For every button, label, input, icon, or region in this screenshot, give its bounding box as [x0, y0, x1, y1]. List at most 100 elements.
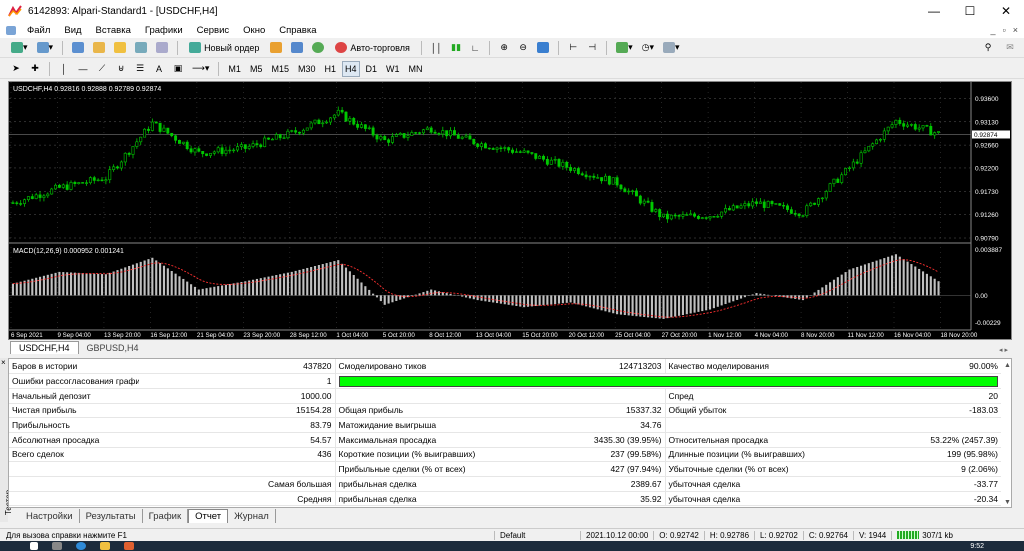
tester-icon[interactable]	[153, 40, 171, 56]
taskbar-app-browser-icon[interactable]	[76, 542, 86, 550]
maximize-icon[interactable]: ☐	[952, 4, 988, 18]
candle-body	[456, 134, 460, 139]
tabs-scroll-icon[interactable]: ◂ ▸	[999, 346, 1012, 354]
candle-body	[305, 127, 309, 131]
tab-report[interactable]: Отчет	[188, 509, 229, 523]
candle-body	[576, 168, 580, 174]
text-icon[interactable]: A	[151, 61, 167, 77]
mdi-minimize-icon[interactable]: _	[991, 25, 996, 35]
menu-view[interactable]: Вид	[57, 25, 88, 36]
terminal-icon[interactable]	[132, 40, 150, 56]
candle-body	[631, 190, 635, 192]
candle-body	[46, 193, 50, 197]
new-order-button[interactable]: Новый ордер	[184, 40, 264, 56]
auto-trading-button[interactable]: Авто-торговля	[330, 40, 414, 56]
cursor-icon[interactable]: ➤	[8, 61, 24, 77]
mdi-restore-icon[interactable]: ▫	[1003, 25, 1006, 35]
signals-icon[interactable]	[309, 40, 327, 56]
status-volume: V: 1944	[852, 530, 891, 540]
channel-icon[interactable]: ⊎	[113, 61, 129, 77]
timeframe-m1[interactable]: M1	[225, 61, 244, 77]
report-cell: Прибыльные сделки (% от всех)	[334, 461, 495, 477]
candle-body	[801, 215, 805, 217]
taskbar-app-mt4-icon[interactable]	[124, 542, 134, 550]
report-cell: Смоделировано тиков	[334, 359, 495, 375]
market-watch-icon[interactable]	[69, 40, 87, 56]
vertical-line-icon[interactable]: │	[56, 61, 72, 77]
candle-body	[704, 217, 708, 219]
menu-insert[interactable]: Вставка	[89, 25, 138, 36]
candle-body	[154, 121, 158, 124]
search-icon[interactable]: ⚲	[980, 40, 996, 56]
tab-results[interactable]: Результаты	[80, 509, 143, 523]
candle-body	[549, 159, 553, 165]
timeframe-mn[interactable]: MN	[406, 61, 426, 77]
candle-body	[437, 133, 441, 135]
tab-graph[interactable]: График	[143, 509, 189, 523]
close-icon[interactable]: ✕	[988, 4, 1024, 18]
timeframe-m5[interactable]: M5	[247, 61, 266, 77]
menu-window[interactable]: Окно	[236, 25, 272, 36]
meta-editor-icon[interactable]	[267, 40, 285, 56]
price-chart[interactable]: 0.93600 0.93130 0.92660 0.92200 0.91730 0.912…	[9, 82, 1011, 339]
mdi-close-icon[interactable]: ×	[1013, 25, 1018, 35]
timeframe-d1[interactable]: D1	[363, 61, 381, 77]
candle-body	[208, 153, 212, 156]
templates-icon[interactable]: ▾	[660, 40, 683, 56]
timeframe-w1[interactable]: W1	[383, 61, 403, 77]
candle-body	[913, 124, 917, 130]
report-cell: -183.03	[833, 403, 1001, 419]
tab-journal[interactable]: Журнал	[228, 509, 276, 523]
zoom-in-icon[interactable]: ⊕	[496, 40, 512, 56]
fibonacci-icon[interactable]: ☰	[132, 61, 148, 77]
arrows-icon[interactable]: ⟶▾	[189, 61, 212, 77]
text-label-icon[interactable]: ▣	[170, 61, 186, 77]
periods-icon[interactable]: ◷▾	[639, 40, 657, 56]
timeframe-h4[interactable]: H4	[342, 60, 360, 77]
zoom-out-icon[interactable]: ⊖	[515, 40, 531, 56]
menu-help[interactable]: Справка	[272, 25, 323, 36]
candle-body	[483, 143, 487, 149]
timeframe-h1[interactable]: H1	[321, 61, 339, 77]
taskbar-app-folder-icon[interactable]	[100, 542, 110, 550]
minimize-icon[interactable]: —	[916, 4, 952, 18]
tile-windows-icon[interactable]	[534, 40, 552, 56]
menu-file[interactable]: Файл	[20, 25, 57, 36]
report-cell: Максимальная просадка	[334, 432, 495, 448]
autoscroll-icon[interactable]: ⊢	[565, 40, 581, 56]
close-panel-icon[interactable]: ×	[1, 358, 6, 367]
candle-body	[317, 119, 321, 125]
trendline-icon[interactable]: ⟋	[94, 61, 110, 77]
crosshair-icon[interactable]: ✚	[27, 61, 43, 77]
candle-body	[414, 132, 418, 134]
menu-charts[interactable]: Графики	[138, 25, 190, 36]
tab-settings[interactable]: Настройки	[20, 509, 80, 523]
data-window-icon[interactable]	[90, 40, 108, 56]
chat-icon[interactable]: ✉	[1002, 40, 1018, 56]
chart-shift-icon[interactable]: ⊣	[584, 40, 600, 56]
candle-body	[402, 133, 406, 138]
indicators-icon[interactable]: ▾	[613, 40, 636, 56]
candle-body	[92, 177, 96, 181]
timeframe-m15[interactable]: M15	[268, 61, 292, 77]
profiles-icon[interactable]: ▾	[34, 40, 57, 56]
candle-body	[421, 129, 425, 134]
tab-gbpusd[interactable]: GBPUSD,H4	[79, 341, 147, 354]
navigator-icon[interactable]	[111, 40, 129, 56]
line-chart-icon[interactable]: ∟	[467, 40, 483, 56]
candlestick-icon[interactable]: ▮▮	[448, 40, 464, 56]
horizontal-line-icon[interactable]: —	[75, 61, 91, 77]
experts-icon[interactable]	[288, 40, 306, 56]
timeframe-m30[interactable]: M30	[295, 61, 319, 77]
app-menu-icon[interactable]	[6, 25, 16, 35]
bar-chart-icon[interactable]: ││	[428, 40, 445, 56]
chart-window[interactable]: 0.93600 0.93130 0.92660 0.92200 0.91730 0.912…	[8, 81, 1012, 340]
taskbar-search-icon[interactable]	[52, 542, 62, 550]
report-scrollbar[interactable]: ▲ ▼	[1004, 362, 1014, 506]
tab-usdchf[interactable]: USDCHF,H4	[10, 341, 79, 354]
menu-tools[interactable]: Сервис	[190, 25, 237, 36]
start-icon[interactable]	[30, 542, 38, 550]
candle-body	[743, 203, 747, 207]
report-cell: Убыточные сделки (% от всех)	[664, 461, 833, 477]
new-chart-icon[interactable]: ▾	[8, 40, 31, 56]
